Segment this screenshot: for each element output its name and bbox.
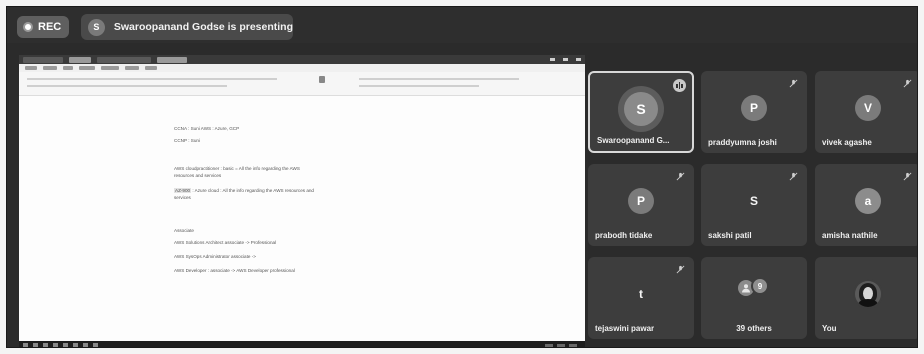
participant-tile[interactable]: P praddyumna joshi: [701, 71, 807, 153]
document-line: services: [174, 195, 191, 200]
others-avatar-stack: 9: [738, 277, 770, 297]
document-page: CCNA : Suni AWS : Azure, GCP CCNP : Suni…: [19, 96, 585, 341]
ribbon-style-chip: [319, 76, 325, 83]
avatar: a: [855, 188, 881, 214]
window-tab: [97, 56, 151, 63]
participant-name: amisha nathile: [822, 231, 878, 240]
document-line-highlighted: AZ-900 : Azure cloud : All the info rega…: [174, 188, 314, 194]
participant-tile[interactable]: S sakshi patil: [701, 164, 807, 246]
avatar: S: [749, 194, 758, 208]
shared-window-titlebar: [19, 55, 585, 64]
document-line: AWS SysOps Administrator associate ->: [174, 254, 256, 259]
window-tab: [23, 56, 63, 63]
participant-tile[interactable]: P prabodh tidake: [588, 164, 694, 246]
mic-off-icon: [676, 265, 685, 274]
shared-menubar: [19, 64, 585, 72]
mic-off-icon: [903, 79, 912, 88]
recording-indicator[interactable]: REC: [17, 16, 69, 38]
participant-name: vivek agashe: [822, 138, 872, 147]
self-tile[interactable]: You: [815, 257, 917, 339]
meeting-top-bar: REC S Swaroopanand Godse is presenting: [7, 7, 917, 43]
avatar: P: [741, 95, 767, 121]
mic-off-icon: [789, 172, 798, 181]
presenter-avatar: S: [88, 18, 105, 36]
presenter-text: Swaroopanand Godse is presenting: [113, 21, 293, 33]
mic-off-icon: [676, 172, 685, 181]
document-line: AWS Developer : associate -> AWS Develop…: [174, 268, 295, 273]
document-line: CCNP : Suni: [174, 138, 200, 143]
window-controls: [550, 58, 581, 61]
shared-ribbon: [19, 72, 585, 96]
avatar: V: [855, 95, 881, 121]
document-line-rest: : Azure cloud : All the info regarding t…: [192, 188, 314, 193]
participant-name: Swaroopanand G...: [597, 136, 670, 145]
shared-taskbar: [19, 341, 585, 347]
others-tile[interactable]: 9 39 others: [701, 257, 807, 339]
record-icon: [23, 22, 33, 32]
mic-off-icon: [903, 172, 912, 181]
mic-off-icon: [789, 79, 798, 88]
document-line: Associate: [174, 228, 194, 233]
recording-label: REC: [38, 21, 62, 33]
participant-name: tejaswini pawar: [595, 324, 655, 333]
document-line: AWS cloudpractitioner : basic = All the …: [174, 166, 300, 171]
presenter-banner[interactable]: S Swaroopanand Godse is presenting: [81, 14, 293, 40]
document-line: resources and services: [174, 173, 222, 178]
others-count: 39 others: [736, 324, 772, 333]
document-line: AWS Solutions Architect associate -> Pro…: [174, 240, 277, 245]
shared-screen[interactable]: CCNA : Suni AWS : Azure, GCP CCNP : Suni…: [19, 55, 585, 347]
participant-tile[interactable]: V vivek agashe: [815, 71, 917, 153]
participant-name: prabodh tidake: [595, 231, 653, 240]
window-tab: [69, 56, 91, 63]
participant-name: praddyumna joshi: [708, 138, 777, 147]
avatar: t: [639, 287, 643, 301]
profile-photo: [855, 281, 881, 307]
participant-name: You: [822, 324, 837, 333]
window-tab: [157, 56, 187, 63]
participant-tile[interactable]: S Swaroopanand G...: [588, 71, 694, 153]
avatar: 9: [751, 277, 769, 295]
speaking-icon: [673, 79, 686, 92]
avatar: P: [628, 188, 654, 214]
participant-name: sakshi patil: [708, 231, 752, 240]
document-line: CCNA : Suni AWS : Azure, GCP: [174, 126, 240, 131]
participant-tile[interactable]: a amisha nathile: [815, 164, 917, 246]
avatar: S: [624, 92, 658, 126]
meeting-window: REC S Swaroopanand Godse is presenting C…: [6, 6, 918, 348]
participant-tile[interactable]: t tejaswini pawar: [588, 257, 694, 339]
highlight-text: AZ-900: [174, 188, 192, 193]
